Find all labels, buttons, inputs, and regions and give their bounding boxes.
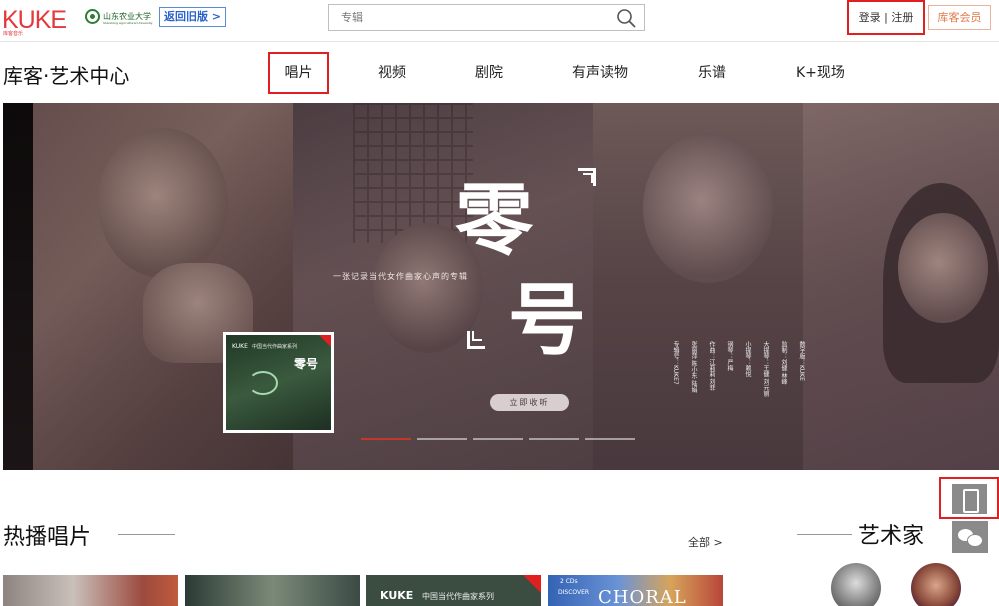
return-old-version-button[interactable]: 返回旧版 > bbox=[159, 7, 226, 27]
artists-title: 艺术家 bbox=[858, 524, 925, 549]
credit-line: 张丽萍 陈小东 陆娟 bbox=[690, 341, 697, 393]
record-thumbnail[interactable] bbox=[3, 575, 178, 606]
banner-title-char-1: 零 bbox=[455, 175, 534, 266]
school-emblem-icon bbox=[85, 9, 100, 24]
listen-now-button[interactable]: 立即收听 bbox=[490, 394, 569, 411]
vip-member-button[interactable]: 库客会员 bbox=[928, 5, 991, 30]
credit-line: 监制：刘健 林峰 bbox=[780, 341, 787, 385]
nav-item-records[interactable]: 唱片 bbox=[268, 52, 329, 94]
banner-title-char-2: 号 bbox=[508, 275, 587, 366]
bracket-top-right-inner bbox=[583, 173, 593, 183]
record-thumbnail[interactable]: 2 CDs DISCOVER CHORAL bbox=[548, 575, 723, 606]
artist-avatar[interactable] bbox=[831, 563, 881, 606]
thumb-cd-count: 2 CDs bbox=[560, 578, 578, 585]
swirl-decoration bbox=[248, 371, 278, 395]
kuke-logo-sub: 库客音乐 bbox=[3, 31, 24, 37]
album-series: 中国当代作曲家系列 bbox=[252, 344, 298, 350]
record-thumbnail[interactable]: KUKE 中国当代作曲家系列 bbox=[366, 575, 541, 606]
thumb-series: 中国当代作曲家系列 bbox=[422, 592, 494, 601]
credit-line: 小提琴：赖悦 bbox=[744, 341, 751, 377]
wechat-icon[interactable] bbox=[952, 521, 988, 553]
banner-tagline: 一张记录当代女作曲家心声的专辑 bbox=[333, 272, 468, 281]
nav-item-theater[interactable]: 剧院 bbox=[475, 52, 503, 94]
credit-line: 大提琴：王健 刘元丽 bbox=[762, 341, 769, 397]
carousel-dot[interactable] bbox=[361, 438, 411, 440]
thumb-title: CHORAL bbox=[598, 587, 687, 606]
school-name-en: Shandong Agricultural University bbox=[103, 21, 153, 25]
thumb-corner-mark bbox=[523, 575, 541, 593]
search-bar bbox=[328, 4, 645, 31]
carousel-dot[interactable] bbox=[417, 438, 467, 440]
divider bbox=[118, 534, 175, 535]
credit-line: 专辑号：KUKE7 bbox=[672, 341, 679, 385]
mobile-qr-icon bbox=[952, 484, 987, 514]
top-bar: KUKE 库客音乐 山东农业大学 Shandong Agricultural U… bbox=[0, 0, 999, 42]
school-logo: 山东农业大学 Shandong Agricultural University bbox=[85, 9, 153, 25]
hero-banner[interactable]: 零 号 一张记录当代女作曲家心声的专辑 立即收听 KUKE 中国当代作曲家系列 … bbox=[3, 103, 999, 470]
album-brand: KUKE bbox=[232, 343, 248, 350]
search-icon[interactable] bbox=[616, 8, 636, 28]
thumb-brand: KUKE bbox=[380, 589, 414, 602]
nav-item-audiobooks[interactable]: 有声读物 bbox=[572, 52, 628, 94]
thumb-discover: DISCOVER bbox=[558, 589, 590, 596]
artist-avatar[interactable] bbox=[911, 563, 961, 606]
app-qr-button[interactable] bbox=[939, 477, 999, 519]
album-corner-mark bbox=[319, 335, 331, 347]
record-thumbnail[interactable] bbox=[185, 575, 360, 606]
login-register-button[interactable]: 登录 | 注册 bbox=[847, 0, 925, 35]
view-all-link[interactable]: 全部 > bbox=[688, 534, 723, 550]
hot-records-title: 热播唱片 bbox=[3, 525, 92, 550]
nav-item-k-live[interactable]: K+现场 bbox=[796, 52, 845, 94]
carousel-dot[interactable] bbox=[473, 438, 523, 440]
credit-line: 数字版：KUKE bbox=[798, 341, 805, 381]
nav-item-video[interactable]: 视频 bbox=[378, 52, 406, 94]
carousel-dot[interactable] bbox=[585, 438, 635, 440]
divider bbox=[797, 534, 852, 535]
credit-line: 作曲：江莉莉 刘菲 bbox=[708, 341, 715, 391]
bracket-bottom-left-inner bbox=[472, 331, 482, 341]
credit-line: 钢琴：严梅 bbox=[726, 341, 733, 371]
site-title: 库客·艺术中心 bbox=[3, 64, 130, 88]
album-cover[interactable]: KUKE 中国当代作曲家系列 零号 bbox=[223, 332, 334, 433]
album-title: 零号 bbox=[294, 357, 319, 371]
search-input[interactable] bbox=[329, 5, 609, 30]
carousel-dot[interactable] bbox=[529, 438, 579, 440]
nav-item-sheet-music[interactable]: 乐谱 bbox=[698, 52, 726, 94]
